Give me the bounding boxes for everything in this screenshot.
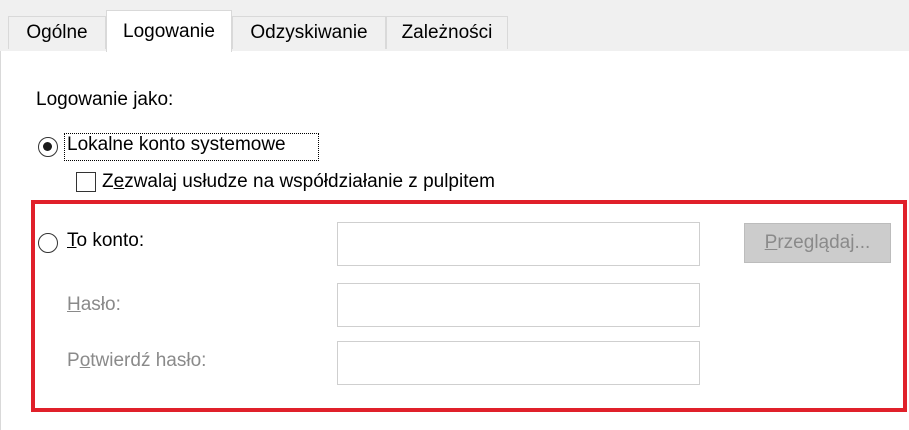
tab-general[interactable]: Ogólne <box>8 16 106 49</box>
tab-logon-label: Logowanie <box>123 20 215 42</box>
highlight-box <box>31 200 907 412</box>
tab-recovery[interactable]: Odzyskiwanie <box>232 16 386 49</box>
local-system-radio[interactable] <box>38 137 58 157</box>
tab-strip: Ogólne Logowanie Odzyskiwanie Zależności <box>0 0 909 52</box>
allow-desktop-label-rest: zwalaj usłudze na współdziałanie z pulpi… <box>124 171 495 192</box>
allow-desktop-checkbox[interactable] <box>76 172 96 192</box>
radio-selected-dot <box>43 142 52 151</box>
tab-dependencies[interactable]: Zależności <box>386 16 508 49</box>
tab-dependencies-label: Zależności <box>401 22 493 43</box>
local-system-label[interactable]: Lokalne konto systemowe <box>67 134 286 156</box>
local-system-label-text: Lokalne konto systemowe <box>67 134 286 155</box>
allow-desktop-label-start: Z <box>102 171 114 192</box>
tab-general-label: Ogólne <box>26 22 88 43</box>
tab-logon[interactable]: Logowanie <box>106 10 232 52</box>
allow-desktop-accel: e <box>113 171 125 192</box>
tab-recovery-label: Odzyskiwanie <box>250 22 368 43</box>
allow-desktop-label[interactable]: Zezwalaj usłudze na współdziałanie z pul… <box>102 171 495 193</box>
logon-as-heading: Logowanie jako: <box>36 89 174 110</box>
